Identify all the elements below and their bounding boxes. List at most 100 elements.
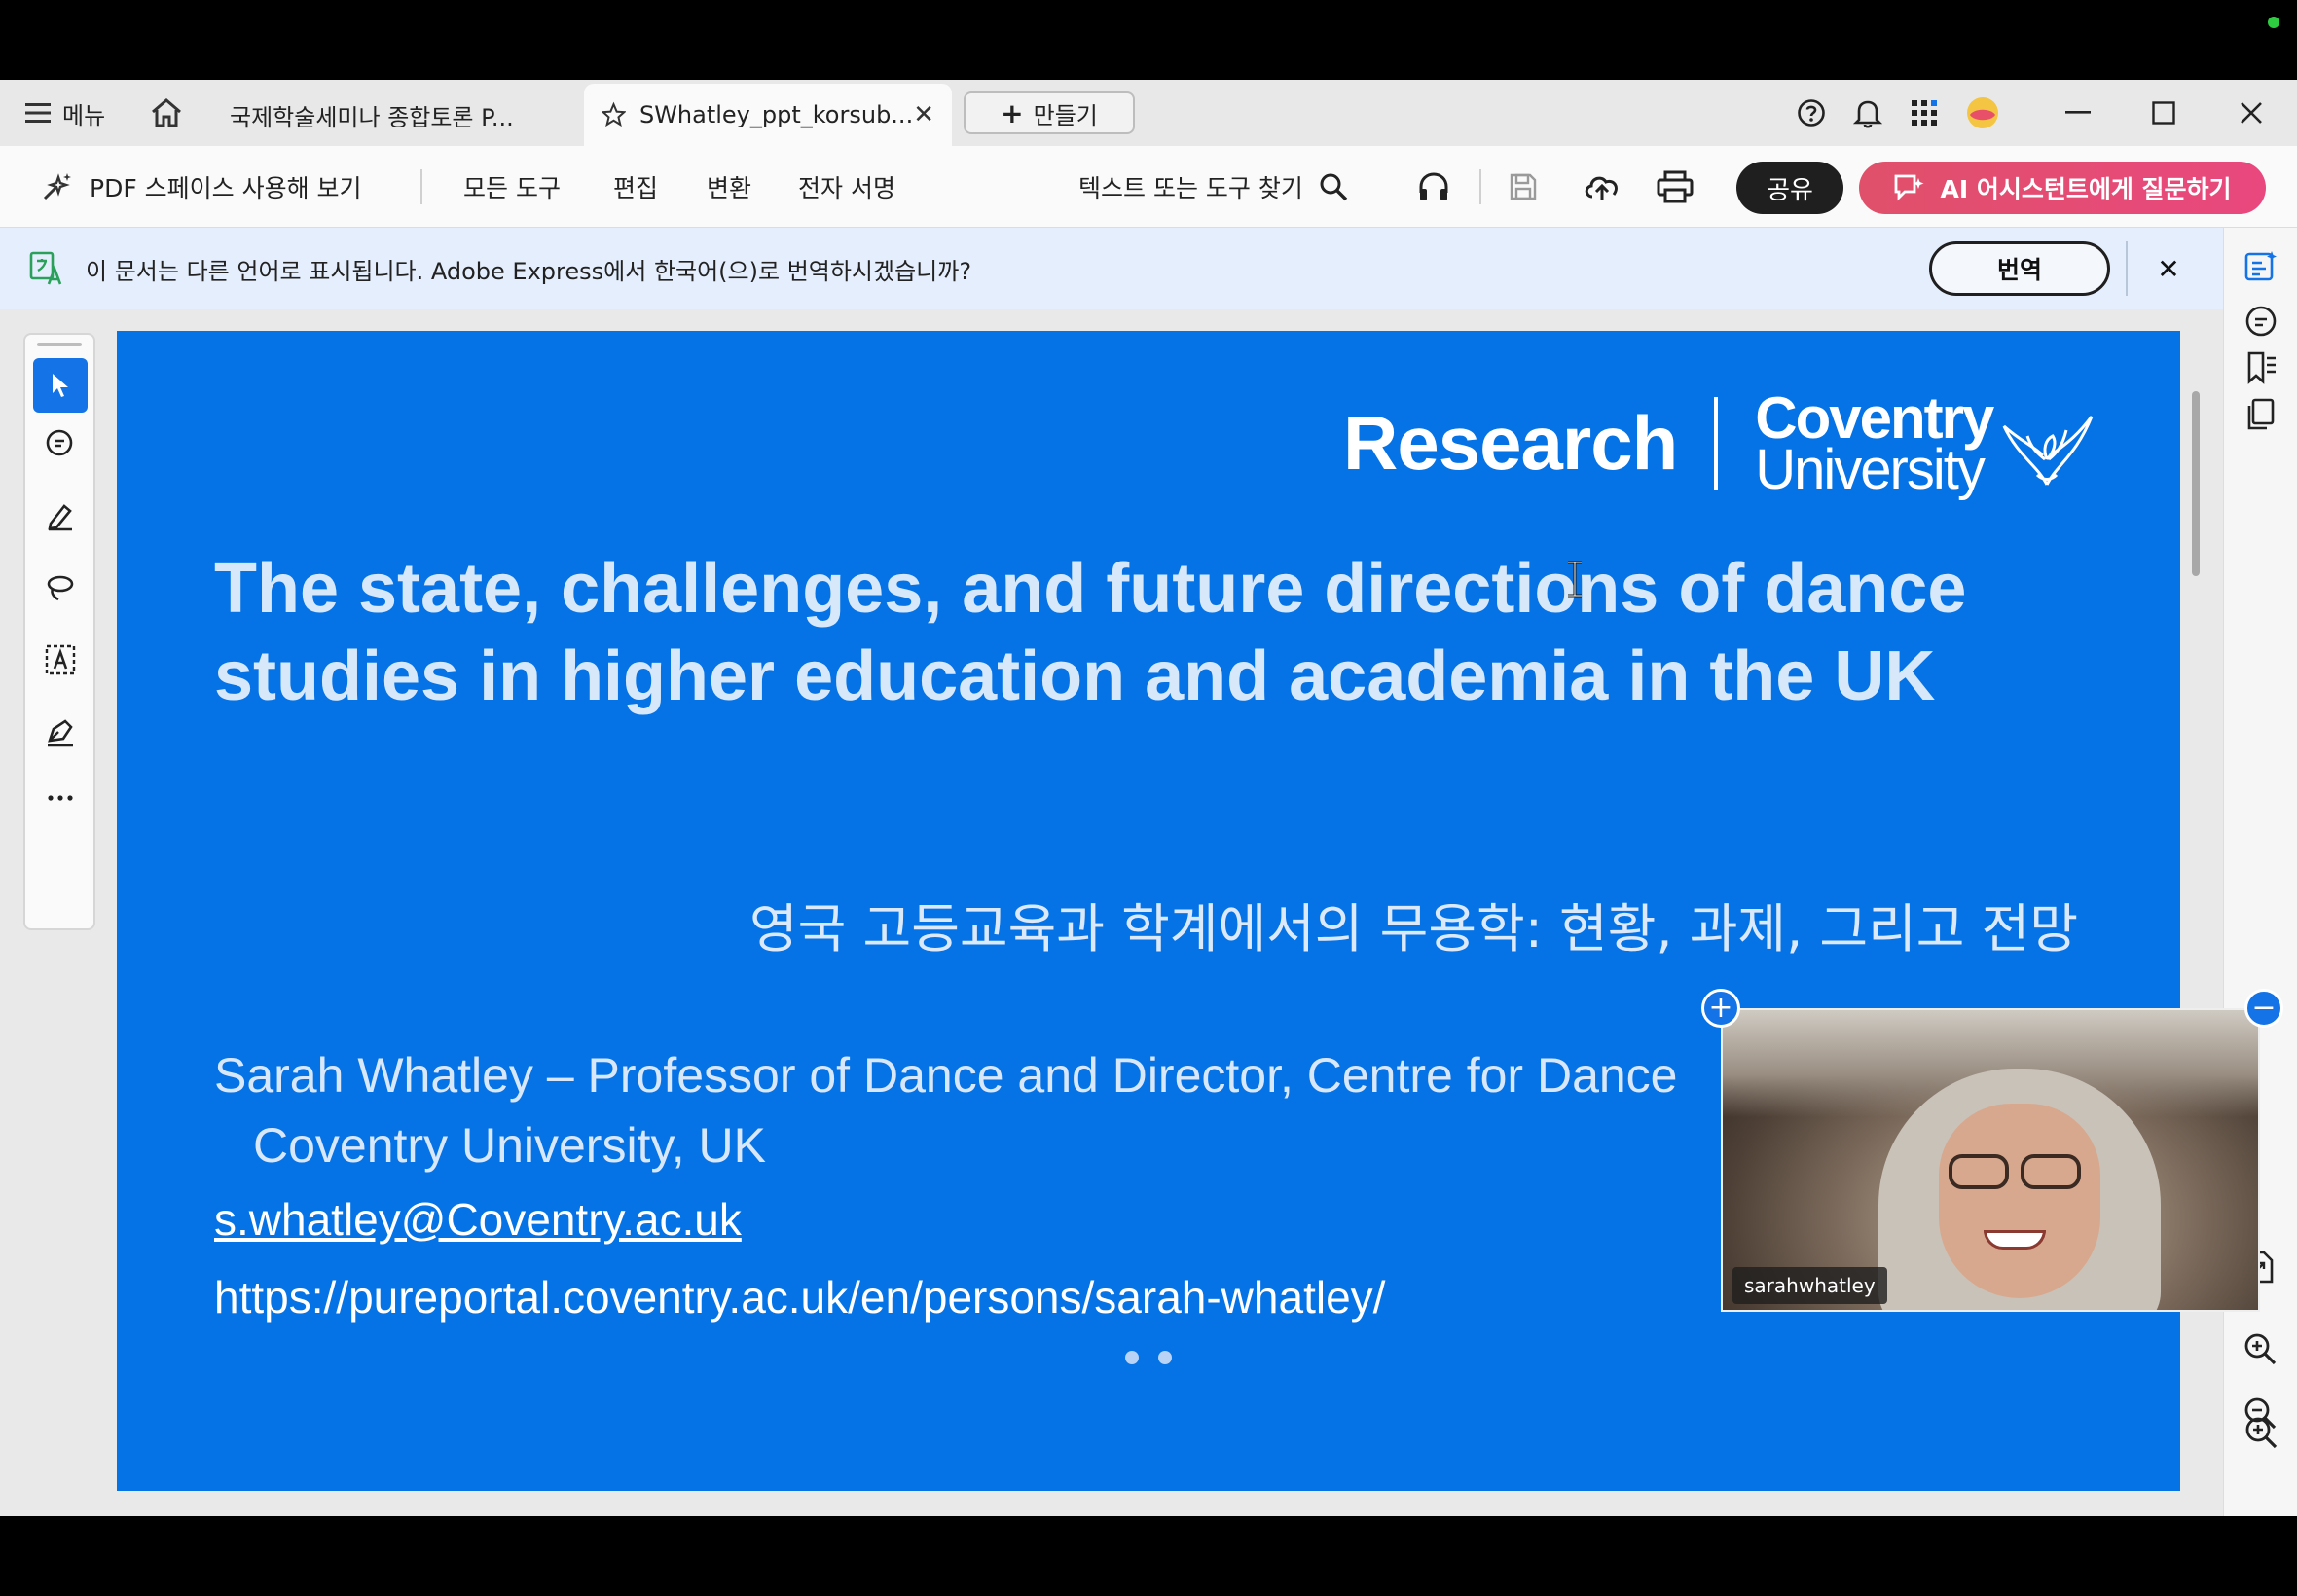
more-tools-button[interactable] — [33, 771, 88, 825]
ai-label: AI 어시스턴트에게 질문하기 — [1940, 175, 2232, 203]
add-text-tool[interactable] — [33, 633, 88, 687]
menu-button[interactable]: 메뉴 — [25, 80, 105, 146]
more-dots-icon — [48, 795, 73, 801]
draw-tool[interactable] — [33, 561, 88, 615]
text-box-icon — [45, 644, 76, 675]
fountain-pen-icon — [48, 719, 73, 747]
ai-assistant-button[interactable]: AI 어시스턴트에게 질문하기 — [1859, 162, 2266, 214]
main-toolbar: PDF 스페이스 사용해 보기 모든 도구 편집 변환 전자 서명 텍스트 또는… — [0, 146, 2297, 228]
text-cursor-icon — [1568, 561, 1582, 598]
minus-icon: − — [2251, 991, 2277, 1025]
save-disk-icon — [1510, 173, 1537, 200]
all-tools-label: 모든 도구 — [463, 174, 561, 202]
page-dot[interactable] — [1125, 1351, 1139, 1364]
brand-research: Research — [1343, 400, 1678, 487]
hamburger-icon — [25, 103, 51, 123]
translate-button[interactable]: 번역 — [1929, 241, 2110, 296]
apps-button[interactable] — [1900, 80, 1949, 146]
banner-close-button[interactable]: ✕ — [2149, 228, 2188, 309]
search-icon — [1320, 173, 1348, 201]
tab-whatley-ppt[interactable]: SWhatley_ppt_korsub... ✕ — [584, 84, 952, 146]
tab-seminar[interactable]: 국제학술세미나 종합토론 P... — [212, 84, 582, 146]
pages-icon[interactable] — [2243, 397, 2279, 432]
comment-icon — [46, 429, 73, 456]
brand-divider — [1714, 396, 1719, 490]
all-tools-menu[interactable]: 모든 도구 — [463, 146, 561, 228]
zoom-in-icon[interactable] — [2242, 1331, 2278, 1366]
home-button[interactable] — [150, 80, 183, 146]
esign-menu[interactable]: 전자 서명 — [798, 146, 895, 228]
participant-name-label: sarahwhatley — [1732, 1267, 1887, 1304]
video-expand-button[interactable]: + — [1701, 989, 1740, 1028]
esign-label: 전자 서명 — [798, 174, 895, 202]
sign-tool[interactable] — [33, 705, 88, 759]
research-coventry-logo: Research Coventry University — [1343, 385, 2096, 497]
translate-label: 번역 — [1996, 256, 2042, 284]
tab-bar: 메뉴 국제학술세미나 종합토론 P... SWhatley_ppt_korsub… — [0, 80, 2297, 146]
read-aloud-button[interactable] — [1417, 146, 1450, 228]
upload-cloud-button[interactable] — [1583, 146, 1622, 228]
slide-title: The state, challenges, and future direct… — [214, 550, 1967, 715]
panel-grip[interactable] — [37, 343, 82, 346]
minimize-button[interactable] — [2054, 80, 2102, 146]
vertical-scrollbar[interactable] — [2192, 391, 2200, 576]
toolbar-divider — [420, 169, 422, 204]
save-button[interactable] — [1509, 146, 1538, 228]
author-line-1: Sarah Whatley – Professor of Dance and D… — [214, 1048, 1678, 1103]
close-icon: ✕ — [2157, 252, 2180, 285]
help-icon — [1798, 99, 1825, 127]
tab-label: SWhatley_ppt_korsub... — [638, 101, 914, 128]
maximize-button[interactable] — [2139, 80, 2188, 146]
author-email-link[interactable]: s.whatley@Coventry.ac.uk — [214, 1193, 742, 1246]
translate-banner: 이 문서는 다른 언어로 표시됩니다. Adobe Express에서 한국어(… — [0, 228, 2223, 309]
highlight-tool[interactable] — [33, 489, 88, 543]
share-button[interactable]: 공유 — [1736, 162, 1843, 214]
banner-divider — [2126, 241, 2128, 296]
pdf-page-slide[interactable]: Research Coventry University The state, … — [117, 331, 2180, 1491]
brand-coventry: Coventry — [1755, 385, 1994, 451]
cloud-upload-icon — [1585, 176, 1618, 200]
generative-summary-icon[interactable] — [2243, 249, 2279, 284]
profile-avatar[interactable] — [1958, 80, 2007, 146]
close-icon — [2241, 102, 2262, 124]
close-tab-icon[interactable]: ✕ — [913, 100, 934, 129]
tab-label: 국제학술세미나 종합토론 P... — [230, 103, 514, 131]
convert-menu[interactable]: 변환 — [707, 146, 751, 228]
screen-share-indicator — [2268, 17, 2279, 28]
select-tool[interactable] — [33, 358, 88, 413]
close-window-button[interactable] — [2227, 80, 2276, 146]
comment-icon[interactable] — [2243, 304, 2279, 339]
lasso-draw-icon — [47, 575, 74, 601]
help-button[interactable] — [1787, 80, 1836, 146]
maximize-icon — [2152, 101, 2175, 125]
edit-menu[interactable]: 편집 — [613, 146, 658, 228]
video-person-face — [1939, 1104, 2100, 1298]
pdf-spaces-label: PDF 스페이스 사용해 보기 — [90, 174, 362, 202]
headphones-icon — [1419, 172, 1448, 200]
author-profile-link[interactable]: https://pureportal.coventry.ac.uk/en/per… — [214, 1271, 1385, 1324]
video-collapse-button[interactable]: − — [2244, 989, 2283, 1028]
bell-icon — [1853, 100, 1882, 128]
find-label: 텍스트 또는 도구 찾기 — [1078, 174, 1303, 202]
bookmark-icon[interactable] — [2243, 350, 2279, 385]
author-line-2: Coventry University, UK — [253, 1118, 766, 1173]
zoom-out-icon[interactable] — [2242, 1396, 2278, 1431]
translate-icon — [29, 251, 62, 285]
video-person-smile — [1984, 1230, 2046, 1250]
create-button[interactable]: + 만들기 — [964, 91, 1135, 134]
participant-video[interactable]: sarahwhatley — [1721, 1008, 2260, 1312]
right-rail — [2223, 228, 2297, 1516]
find-text-or-tools[interactable]: 텍스트 또는 도구 찾기 — [1078, 146, 1348, 228]
apps-grid-icon — [1912, 100, 1937, 126]
edit-label: 편집 — [613, 174, 659, 202]
print-button[interactable] — [1657, 146, 1694, 228]
star-icon[interactable] — [602, 100, 626, 129]
pdf-spaces-button[interactable]: PDF 스페이스 사용해 보기 — [39, 146, 362, 228]
convert-label: 변환 — [707, 174, 752, 202]
screen: 메뉴 국제학술세미나 종합토론 P... SWhatley_ppt_korsub… — [0, 0, 2297, 1596]
plus-icon: + — [1001, 96, 1024, 129]
cursor-arrow-icon — [53, 374, 68, 397]
add-comment-tool[interactable] — [33, 417, 88, 471]
notifications-button[interactable] — [1843, 80, 1892, 146]
page-dot[interactable] — [1158, 1351, 1172, 1364]
